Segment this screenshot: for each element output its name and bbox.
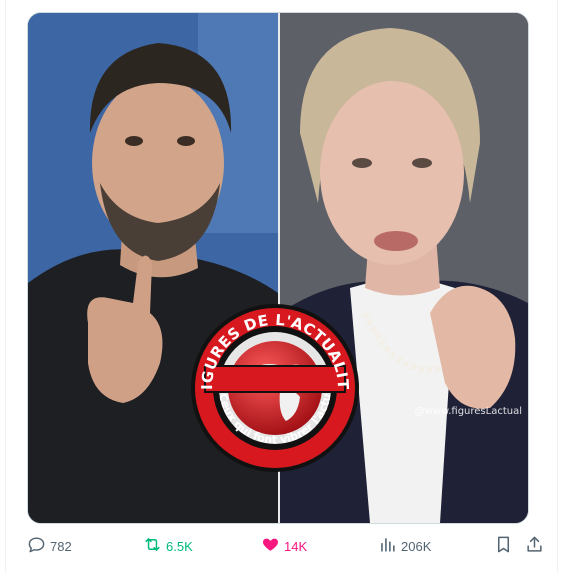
bookmark-icon (494, 535, 513, 557)
watermark-text: @www.figuresLactual (414, 406, 522, 417)
figures-actualite-logo: FIGURES DE L'ACTUALITÉ Ceux qui font vib… (190, 303, 360, 473)
views-button[interactable]: 206K (378, 534, 431, 558)
tweet-action-bar: 782 6.5K 14K 206K (0, 532, 563, 560)
heart-icon (261, 535, 280, 557)
reply-count: 782 (50, 538, 72, 554)
logo-badge: FIGURES DE L'ACTUALITÉ Ceux qui font vib… (190, 303, 359, 472)
reply-button[interactable]: 782 (27, 534, 72, 558)
timeline-border-right (557, 0, 558, 573)
reply-icon (27, 535, 46, 557)
like-button[interactable]: 14K (261, 534, 307, 558)
share-button[interactable] (525, 534, 544, 558)
tweet-media-image[interactable]: @www.figuresLactual FIGU (27, 12, 529, 524)
repost-button[interactable]: 6.5K (143, 534, 193, 558)
like-count: 14K (284, 538, 308, 554)
views-count: 206K (401, 538, 432, 554)
repost-count: 6.5K (166, 538, 193, 554)
share-icon (525, 535, 544, 557)
timeline-border-left (5, 0, 6, 573)
repost-icon (143, 535, 162, 557)
bookmark-button[interactable] (494, 534, 513, 558)
views-chart-icon (378, 535, 397, 557)
